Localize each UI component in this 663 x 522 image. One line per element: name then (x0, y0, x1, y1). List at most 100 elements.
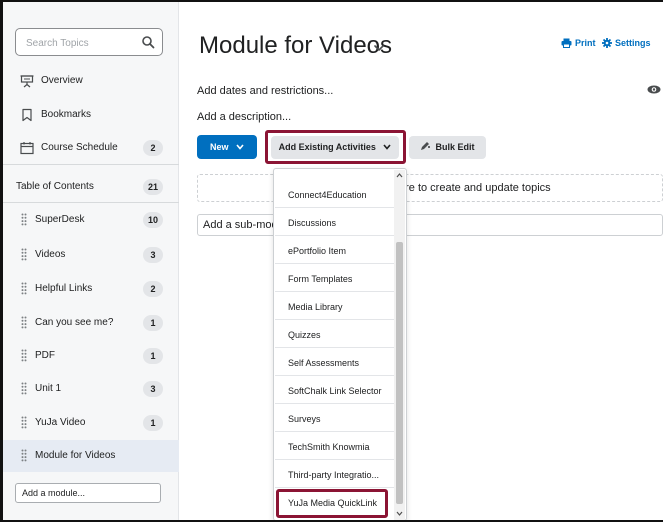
pencil-icon (421, 142, 431, 150)
count-badge: 1 (143, 315, 163, 331)
module-label: Helpful Links (35, 283, 93, 294)
print-label: Print (575, 38, 596, 48)
count-badge: 21 (142, 179, 163, 195)
search-input[interactable] (26, 35, 136, 51)
overview-icon (20, 75, 34, 88)
menu-item-label: Form Templates (288, 274, 353, 284)
add-description-link[interactable]: Add a description... (197, 111, 291, 123)
module-item-can-you-see-me[interactable]: Can you see me? 1 (3, 308, 179, 338)
print-button[interactable]: Print (561, 38, 596, 48)
active-indicator (179, 445, 188, 465)
count-badge: 3 (143, 247, 163, 263)
drag-handle-icon[interactable] (21, 282, 27, 295)
drag-handle-icon[interactable] (21, 382, 27, 395)
module-item-yuja-video[interactable]: YuJa Video 1 (3, 408, 179, 438)
add-dates-link[interactable]: Add dates and restrictions... (197, 85, 333, 97)
new-button-label: New (209, 142, 229, 152)
menu-item-self-assessments[interactable]: Self Assessments (275, 348, 395, 376)
sidebar-item-label: Bookmarks (41, 109, 92, 120)
scrollbar-thumb[interactable] (396, 242, 403, 504)
menu-item-label: ePortfolio Item (288, 246, 347, 256)
sidebar-item-course-schedule[interactable]: Course Schedule 2 (3, 133, 179, 163)
menu-item-discussions[interactable]: Discussions (275, 208, 395, 236)
count-badge: 1 (143, 348, 163, 364)
sub-module-placeholder: Add a sub-modu (203, 219, 284, 231)
drag-handle-icon[interactable] (21, 248, 27, 261)
search-icon[interactable] (141, 35, 155, 49)
module-item-module-for-videos[interactable]: Module for Videos (3, 440, 188, 472)
menu-item-eportfolio-item[interactable]: ePortfolio Item (275, 236, 395, 264)
sidebar-item-label: Course Schedule (41, 142, 118, 153)
new-button[interactable]: New (197, 135, 257, 159)
menu-item-form-templates[interactable]: Form Templates (275, 264, 395, 292)
highlight-box (265, 130, 406, 164)
module-item-helpful-links[interactable]: Helpful Links 2 (3, 274, 179, 304)
settings-label: Settings (615, 38, 651, 48)
menu-item-label: SoftChalk Link Selector (288, 386, 382, 396)
sidebar-divider (3, 164, 179, 165)
menu-item-label: Quizzes (288, 330, 321, 340)
menu-item-label: Self Assessments (288, 358, 360, 368)
menu-item-label: Media Library (288, 302, 343, 312)
module-label: Unit 1 (35, 383, 62, 394)
count-badge: 10 (142, 212, 163, 228)
menu-item-label: TechSmith Knowmia (288, 442, 370, 452)
page-title: Module for Videos (199, 32, 393, 59)
menu-item-media-library[interactable]: Media Library (275, 292, 395, 320)
print-icon (561, 38, 572, 48)
drag-handle-icon[interactable] (21, 213, 27, 226)
menu-item-connect4education[interactable]: Connect4Education (275, 180, 395, 208)
module-label: PDF (35, 350, 55, 361)
sidebar-divider (3, 202, 179, 203)
menu-scrollbar[interactable] (394, 170, 405, 520)
count-badge: 2 (143, 281, 163, 297)
drag-handle-icon[interactable] (21, 316, 27, 329)
sidebar-item-bookmarks[interactable]: Bookmarks (3, 100, 179, 130)
drag-handle-icon[interactable] (21, 449, 27, 462)
highlight-box (276, 489, 388, 518)
module-item-unit-1[interactable]: Unit 1 3 (3, 374, 179, 404)
menu-item-label: Discussions (288, 218, 337, 228)
bookmark-icon (22, 108, 32, 122)
app-window: Overview Bookmarks Course Schedule 2 Tab… (0, 0, 663, 522)
menu-item-label: Connect4Education (288, 190, 367, 200)
count-badge: 2 (143, 140, 163, 156)
gear-icon (602, 38, 612, 48)
menu-item-quizzes[interactable]: Quizzes (275, 320, 395, 348)
visibility-eye-icon[interactable] (647, 85, 661, 94)
chevron-down-icon[interactable] (373, 44, 385, 52)
sidebar-item-overview[interactable]: Overview (3, 66, 179, 96)
sidebar-item-label: Overview (41, 75, 83, 86)
dropzone-text: ere to create and update topics (399, 182, 551, 194)
module-item-pdf[interactable]: PDF 1 (3, 341, 179, 371)
settings-button[interactable]: Settings (602, 38, 651, 48)
bulk-edit-button[interactable]: Bulk Edit (409, 136, 486, 159)
module-label: Can you see me? (35, 317, 114, 328)
scroll-up-arrow-icon[interactable] (396, 173, 403, 178)
menu-item-surveys[interactable]: Surveys (275, 404, 395, 432)
bulk-edit-label: Bulk Edit (435, 142, 475, 152)
drag-handle-icon[interactable] (21, 349, 27, 362)
search-box[interactable] (15, 28, 163, 56)
menu-item-softchalk-link-selector[interactable]: SoftChalk Link Selector (275, 376, 395, 404)
sidebar: Overview Bookmarks Course Schedule 2 Tab… (3, 2, 188, 520)
drag-handle-icon[interactable] (21, 416, 27, 429)
add-sub-module-input[interactable]: Add a sub-modu (197, 214, 663, 236)
add-module-input[interactable]: Add a module... (15, 483, 161, 503)
module-label: SuperDesk (35, 214, 85, 225)
menu-item-label: Third-party Integratio... (288, 470, 380, 480)
module-item-videos[interactable]: Videos 3 (3, 240, 179, 270)
scroll-down-arrow-icon[interactable] (396, 511, 403, 516)
count-badge: 3 (143, 381, 163, 397)
sidebar-item-label: Table of Contents (16, 181, 94, 192)
menu-item-label: Surveys (288, 414, 321, 424)
module-label: Module for Videos (35, 450, 116, 461)
menu-item-third-party-integrations[interactable]: Third-party Integratio... (275, 460, 395, 488)
menu-item-techsmith-knowmia[interactable]: TechSmith Knowmia (275, 432, 395, 460)
upload-drop-zone[interactable]: ere to create and update topics (197, 174, 663, 202)
calendar-icon (20, 142, 34, 155)
module-label: Videos (35, 249, 66, 260)
chevron-down-icon (236, 144, 244, 150)
module-item-superdesk[interactable]: SuperDesk 10 (3, 205, 179, 235)
sidebar-item-table-of-contents[interactable]: Table of Contents 21 (3, 172, 179, 202)
